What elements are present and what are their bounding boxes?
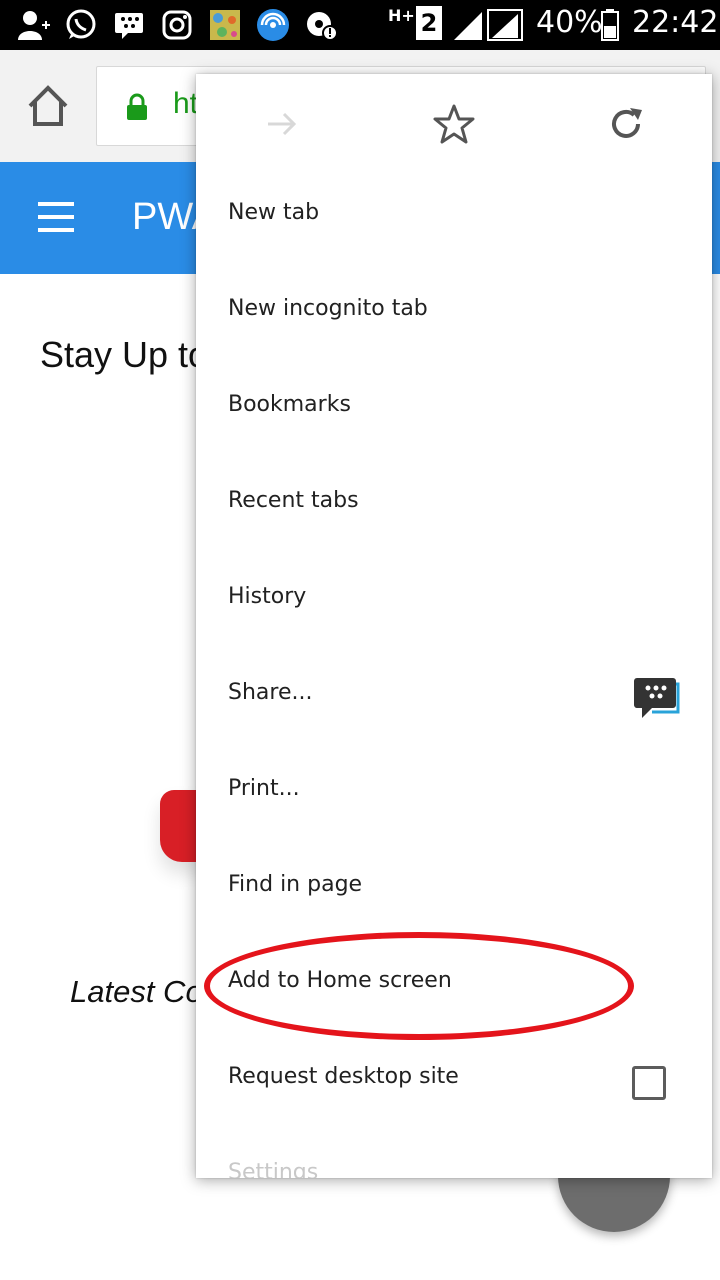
status-bar: H+ 2 40% 22:42	[0, 0, 720, 50]
add-contact-icon	[18, 11, 50, 40]
reload-icon[interactable]	[604, 102, 648, 146]
menu-item-label: Request desktop site	[228, 1064, 459, 1089]
menu-item-share[interactable]: Share...	[196, 652, 712, 748]
menu-item-label: Find in page	[228, 872, 363, 897]
menu-item-settings[interactable]: Settings	[196, 1132, 712, 1178]
battery-percent: 40%	[536, 5, 603, 40]
sim-slot-badge: 2	[416, 6, 442, 40]
battery-icon	[601, 9, 619, 41]
menu-item-label: Add to Home screen	[228, 968, 452, 993]
home-icon[interactable]	[24, 82, 72, 130]
bbm-share-icon[interactable]	[632, 676, 680, 720]
menu-item-new-tab[interactable]: New tab	[196, 172, 712, 268]
menu-item-request-desktop-site[interactable]: Request desktop site	[196, 1036, 712, 1132]
network-type-label: H+	[388, 6, 415, 25]
menu-item-label: New tab	[228, 200, 320, 225]
wifi-hotspot-icon	[257, 9, 289, 41]
signal-bars-icon	[454, 9, 523, 41]
bookmark-star-icon[interactable]	[432, 102, 476, 146]
menu-item-label: Recent tabs	[228, 488, 359, 513]
menu-item-label: Settings	[228, 1160, 319, 1178]
menu-item-label: Print...	[228, 776, 300, 801]
menu-item-label: History	[228, 584, 307, 609]
menu-item-label: Bookmarks	[228, 392, 351, 417]
instagram-icon	[162, 10, 192, 40]
overflow-menu: New tab New incognito tab Bookmarks Rece…	[196, 74, 712, 1178]
menu-item-add-to-home-screen[interactable]: Add to Home screen	[196, 940, 712, 1036]
url-text[interactable]: ht	[173, 87, 198, 121]
menu-item-label: Share...	[228, 680, 313, 705]
forward-icon[interactable]	[260, 102, 304, 146]
request-desktop-checkbox[interactable]	[632, 1066, 666, 1100]
menu-item-history[interactable]: History	[196, 556, 712, 652]
hamburger-menu-icon[interactable]	[38, 202, 74, 232]
menu-item-recent-tabs[interactable]: Recent tabs	[196, 460, 712, 556]
latest-heading: Latest Co	[70, 974, 203, 1009]
menu-item-bookmarks[interactable]: Bookmarks	[196, 364, 712, 460]
menu-item-new-incognito-tab[interactable]: New incognito tab	[196, 268, 712, 364]
menu-item-label: New incognito tab	[228, 296, 428, 321]
menu-action-row	[196, 74, 712, 172]
lock-icon	[127, 93, 147, 120]
bbm-icon	[115, 13, 143, 39]
settings-badge-icon	[307, 12, 338, 41]
page-headline: Stay Up to	[40, 334, 209, 375]
clock: 22:42	[632, 5, 719, 40]
menu-item-print[interactable]: Print...	[196, 748, 712, 844]
menu-item-find-in-page[interactable]: Find in page	[196, 844, 712, 940]
gallery-thumbnail-icon	[210, 10, 240, 40]
whatsapp-icon	[66, 9, 96, 39]
